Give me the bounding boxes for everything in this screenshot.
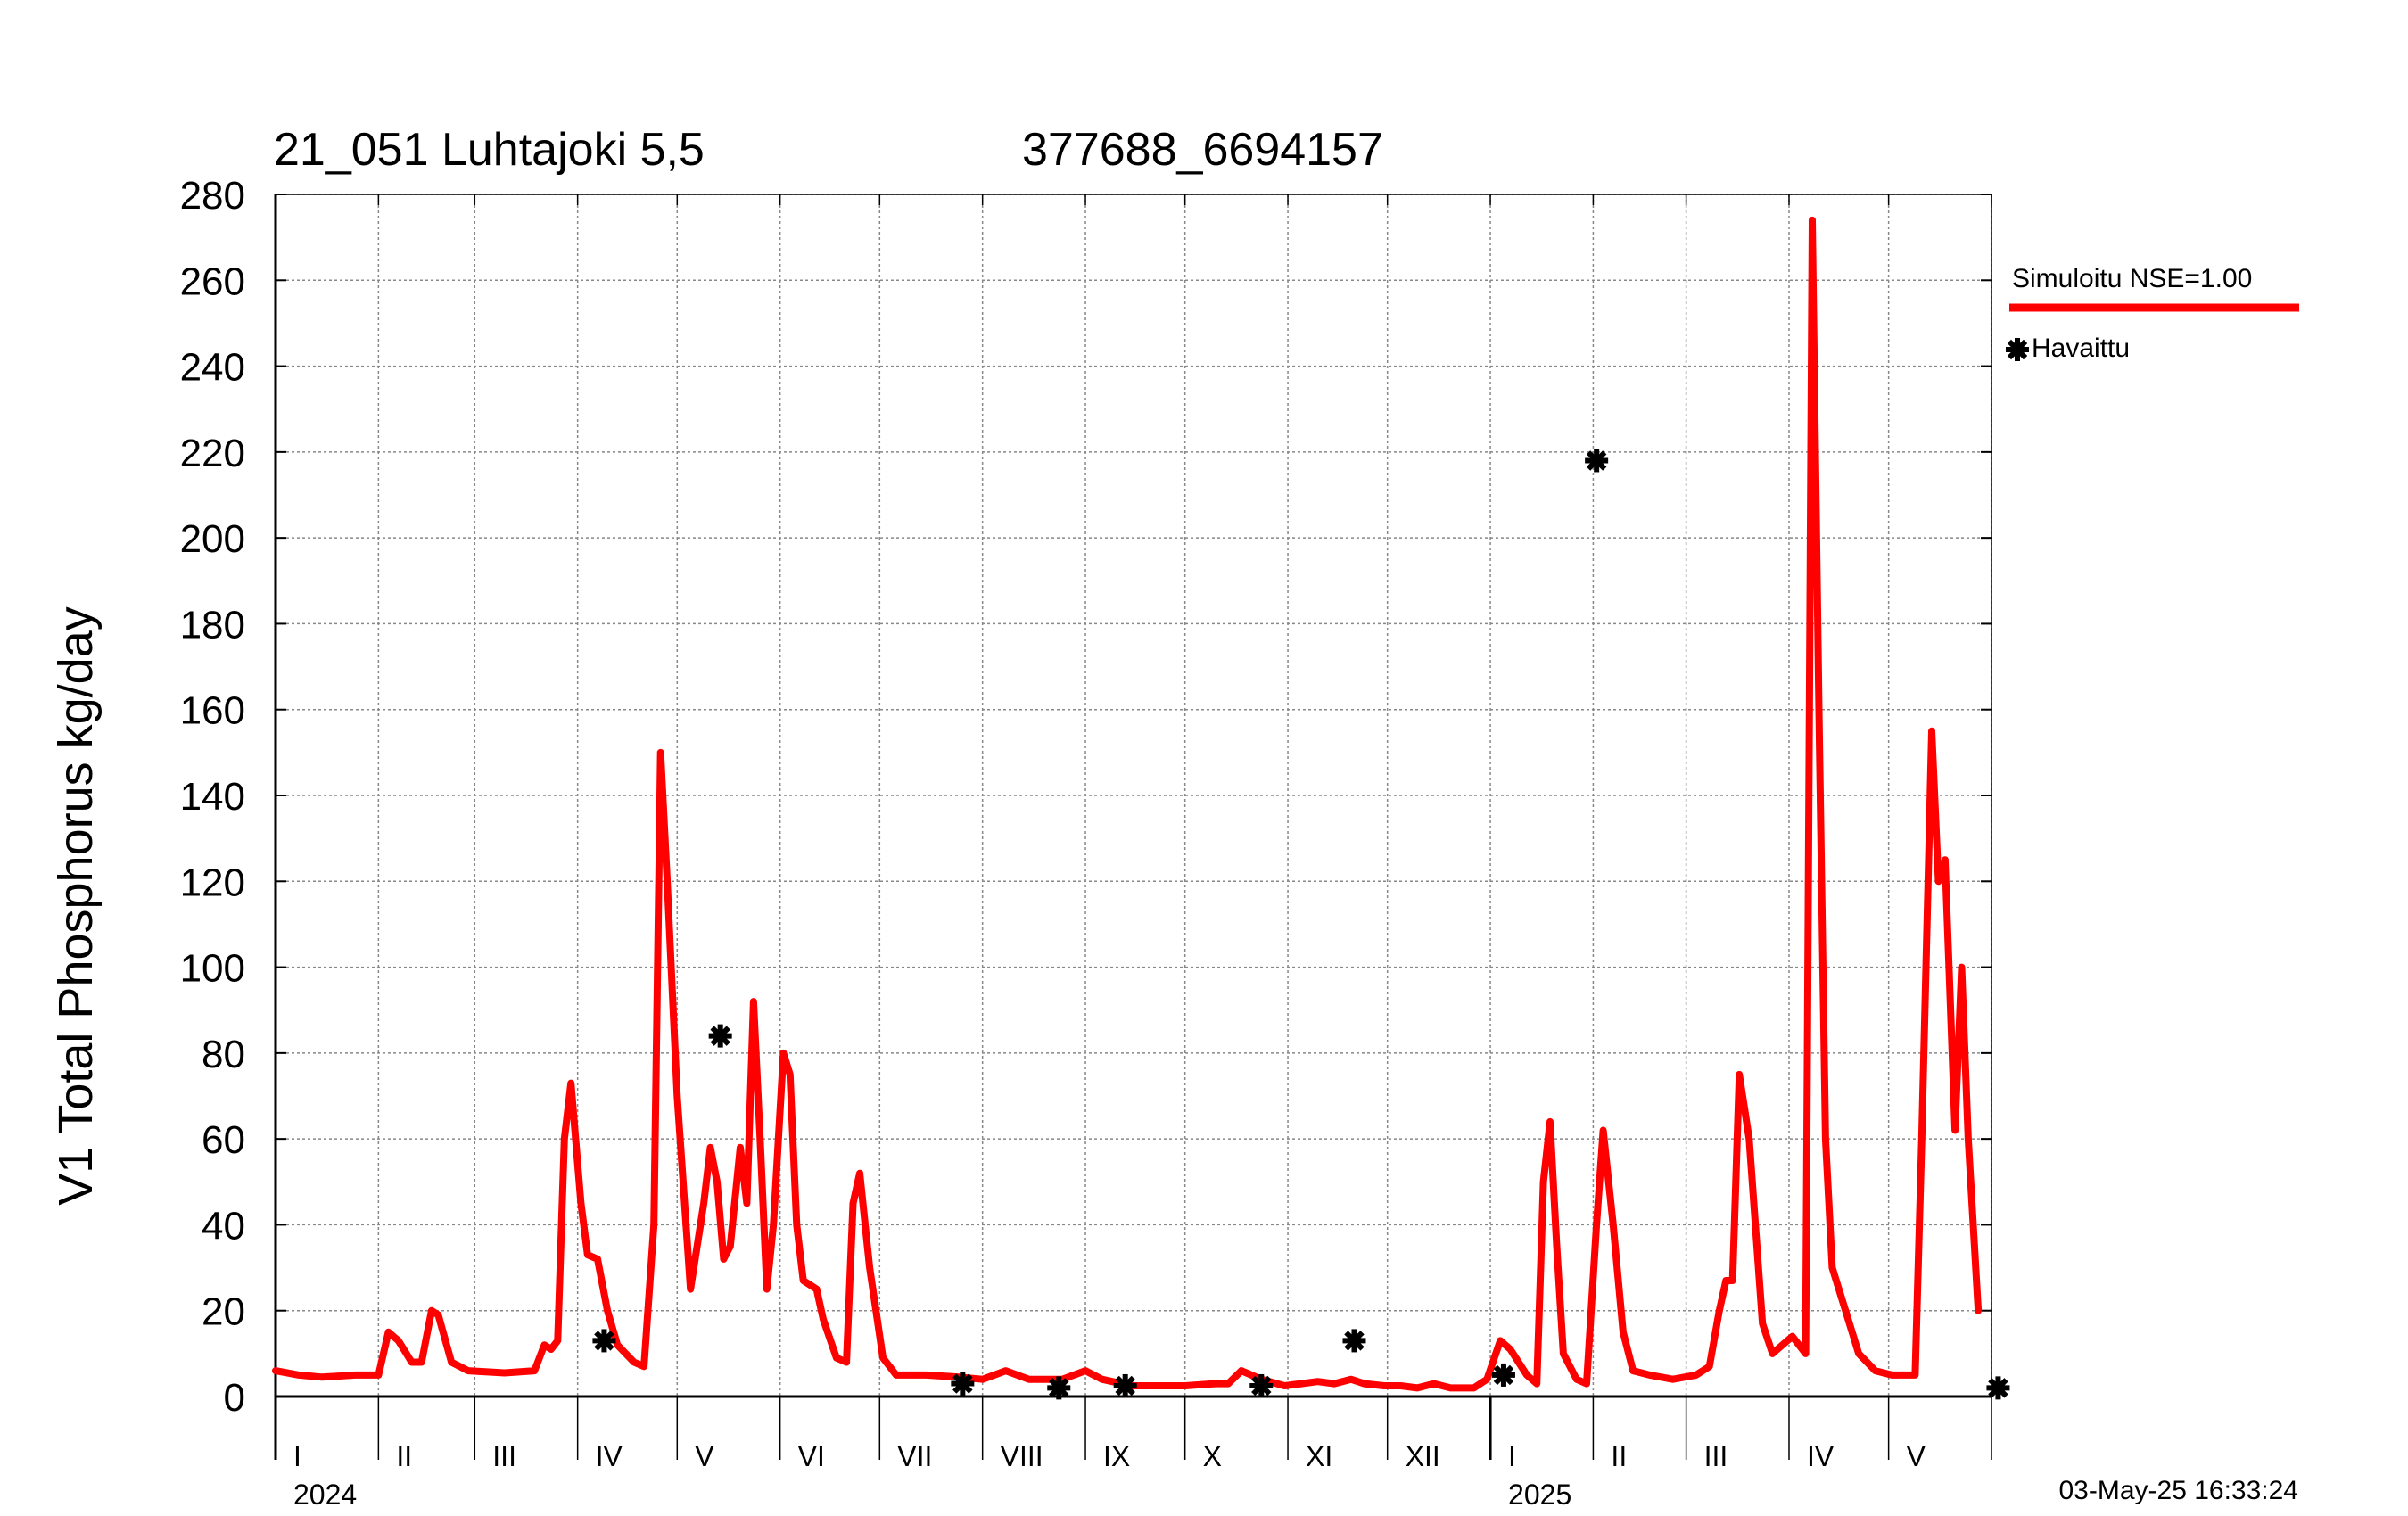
legend-observed-marker bbox=[2006, 338, 2029, 361]
x-month-label: IX bbox=[1103, 1440, 1130, 1472]
legend-observed-label: Havaittu bbox=[2032, 334, 2130, 363]
observed-markers bbox=[592, 449, 2010, 1400]
x-year-label: 2025 bbox=[1508, 1479, 1571, 1511]
y-tick-label: 140 bbox=[180, 775, 245, 819]
observed-point bbox=[708, 1024, 732, 1048]
y-tick-label: 240 bbox=[180, 346, 245, 390]
y-tick-label: 80 bbox=[202, 1033, 245, 1076]
chart-title: 21_051 Luhtajoki 5,5 bbox=[274, 124, 705, 176]
x-month-label: IV bbox=[596, 1440, 623, 1472]
observed-point bbox=[1585, 449, 1609, 473]
y-axis-label: V1 Total Phosphorus kg/day bbox=[49, 606, 103, 1205]
y-tick-label: 120 bbox=[180, 861, 245, 904]
y-tick-label: 100 bbox=[180, 947, 245, 991]
x-month-label: V bbox=[1907, 1440, 1926, 1472]
x-month-label: VI bbox=[798, 1440, 825, 1472]
y-tick-label: 280 bbox=[180, 174, 245, 218]
x-month-label: VIII bbox=[1001, 1440, 1043, 1472]
observed-point bbox=[592, 1329, 616, 1353]
series-line-simulated bbox=[272, 216, 1983, 1392]
legend-simulated-label: Simuloitu NSE=1.00 bbox=[2012, 264, 2252, 293]
observed-point bbox=[951, 1372, 975, 1396]
y-tick-label: 260 bbox=[180, 260, 245, 303]
x-month-label: VII bbox=[897, 1440, 932, 1472]
legend: Simuloitu NSE=1.00 Havaittu bbox=[2006, 264, 2299, 363]
y-tick-label: 220 bbox=[180, 432, 245, 475]
x-month-label: V bbox=[695, 1440, 714, 1472]
observed-point bbox=[1342, 1329, 1366, 1353]
x-month-label: I bbox=[1508, 1440, 1516, 1472]
observed-point bbox=[1047, 1376, 1071, 1400]
timestamp: 03-May-25 16:33:24 bbox=[2058, 1476, 2298, 1505]
y-tick-label: 160 bbox=[180, 689, 245, 733]
x-month-label: XII bbox=[1406, 1440, 1440, 1472]
legend-asterisk bbox=[2006, 338, 2029, 361]
x-year-label: 2024 bbox=[293, 1479, 357, 1511]
chart: 0 20 40 60 80 100 120 140 160 180 200 220 240 260 280 I… bbox=[49, 124, 2299, 1511]
x-month-label: IV bbox=[1807, 1440, 1835, 1472]
y-tick-label: 200 bbox=[180, 517, 245, 561]
observed-point bbox=[1249, 1373, 1274, 1397]
y-tick-label: 180 bbox=[180, 603, 245, 647]
y-tick-label: 20 bbox=[202, 1290, 245, 1334]
x-month-label: X bbox=[1203, 1440, 1222, 1472]
station-code: 377688_6694157 bbox=[1022, 124, 1383, 176]
x-month-label: II bbox=[396, 1440, 412, 1472]
observed-point bbox=[1113, 1373, 1137, 1397]
series-layer bbox=[272, 216, 1983, 1392]
observed-point bbox=[1491, 1363, 1515, 1387]
y-tick-label: 40 bbox=[202, 1204, 245, 1248]
x-month-label: I bbox=[293, 1440, 301, 1472]
y-tick-label: 60 bbox=[202, 1118, 245, 1162]
x-month-label: II bbox=[1611, 1440, 1627, 1472]
x-month-label: III bbox=[492, 1440, 516, 1472]
x-month-label: XI bbox=[1306, 1440, 1332, 1472]
y-tick-label: 0 bbox=[224, 1376, 245, 1420]
x-month-label: III bbox=[1704, 1440, 1728, 1472]
